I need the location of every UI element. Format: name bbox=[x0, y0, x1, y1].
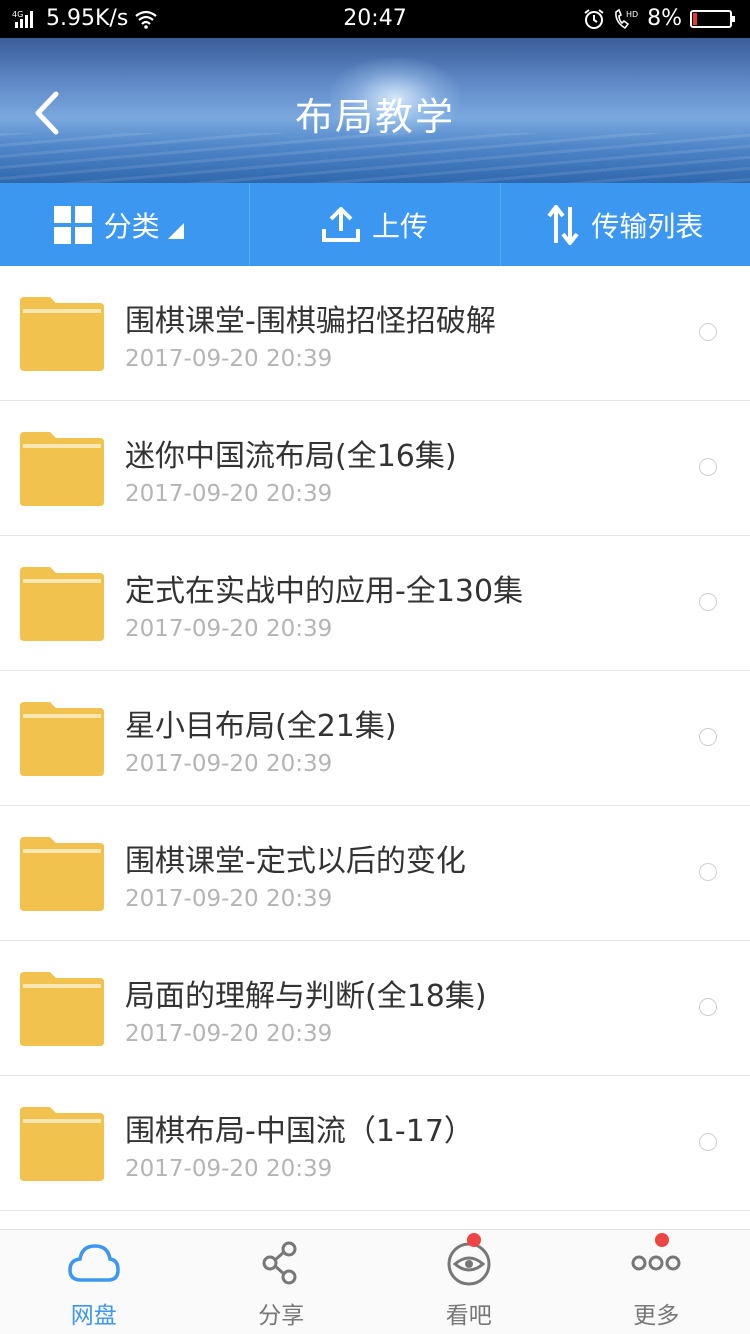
file-name: 围棋课堂-围棋骗招怪招破解 bbox=[125, 296, 496, 340]
folder-icon bbox=[20, 1107, 104, 1181]
list-item[interactable]: 定式在实战中的应用-全130集 2017-09-20 20:39 bbox=[0, 536, 750, 671]
folder-icon bbox=[20, 567, 104, 641]
status-bar: 4G 5.95K/s 20:47 HD 8% bbox=[0, 0, 750, 38]
tab-more[interactable]: 更多 bbox=[563, 1230, 750, 1334]
folder-icon bbox=[20, 837, 104, 911]
folder-icon bbox=[20, 972, 104, 1046]
category-button[interactable]: 分类 bbox=[0, 183, 250, 266]
select-radio[interactable] bbox=[699, 728, 717, 746]
tab-cloud-drive[interactable]: 网盘 bbox=[0, 1230, 188, 1334]
battery-icon bbox=[690, 9, 736, 29]
more-icon bbox=[629, 1240, 683, 1286]
list-item[interactable]: 局面的理解与判断(全18集) 2017-09-20 20:39 bbox=[0, 941, 750, 1076]
file-name: 定式在实战中的应用-全130集 bbox=[125, 566, 523, 610]
alarm-icon bbox=[583, 8, 605, 30]
hd-call-icon: HD bbox=[613, 8, 639, 30]
file-list: 围棋课堂-围棋骗招怪招破解 2017-09-20 20:39 迷你中国流布局(全… bbox=[0, 266, 750, 1229]
file-date: 2017-09-20 20:39 bbox=[125, 616, 332, 642]
transfer-list-button[interactable]: 传输列表 bbox=[501, 183, 750, 266]
cloud-icon bbox=[67, 1240, 121, 1286]
tab-label: 分享 bbox=[188, 1296, 376, 1330]
notification-badge bbox=[467, 1233, 481, 1247]
eye-icon bbox=[445, 1240, 493, 1288]
upload-label: 上传 bbox=[372, 205, 428, 245]
file-date: 2017-09-20 20:39 bbox=[125, 886, 332, 912]
tab-label: 更多 bbox=[563, 1296, 750, 1330]
battery-percent: 8% bbox=[647, 6, 682, 31]
transfer-icon bbox=[547, 205, 579, 245]
tab-label: 网盘 bbox=[0, 1296, 188, 1330]
folder-icon bbox=[20, 297, 104, 371]
caret-down-icon bbox=[168, 223, 184, 239]
file-date: 2017-09-20 20:39 bbox=[125, 1156, 332, 1182]
folder-icon bbox=[20, 432, 104, 506]
bottom-tab-bar: 网盘 分享 看吧 更多 bbox=[0, 1229, 750, 1334]
file-date: 2017-09-20 20:39 bbox=[125, 481, 332, 507]
transfer-list-label: 传输列表 bbox=[591, 205, 703, 245]
file-date: 2017-09-20 20:39 bbox=[125, 1021, 332, 1047]
share-icon bbox=[259, 1240, 303, 1286]
file-date: 2017-09-20 20:39 bbox=[125, 346, 332, 372]
file-name: 迷你中国流布局(全16集) bbox=[125, 431, 457, 475]
toolbar: 分类 上传 传输列表 bbox=[0, 183, 750, 266]
select-radio[interactable] bbox=[699, 323, 717, 341]
folder-icon bbox=[20, 702, 104, 776]
page-title: 布局教学 bbox=[0, 86, 750, 141]
tab-share[interactable]: 分享 bbox=[188, 1230, 376, 1334]
category-label: 分类 bbox=[104, 205, 160, 245]
select-radio[interactable] bbox=[699, 998, 717, 1016]
upload-icon bbox=[322, 207, 360, 243]
file-date: 2017-09-20 20:39 bbox=[125, 751, 332, 777]
select-radio[interactable] bbox=[699, 863, 717, 881]
select-radio[interactable] bbox=[699, 593, 717, 611]
list-item[interactable]: 围棋课堂-围棋骗招怪招破解 2017-09-20 20:39 bbox=[0, 266, 750, 401]
tab-label: 看吧 bbox=[375, 1296, 563, 1330]
list-item[interactable]: 迷你中国流布局(全16集) 2017-09-20 20:39 bbox=[0, 401, 750, 536]
list-item[interactable]: 围棋布局-中国流（1-17） 2017-09-20 20:39 bbox=[0, 1076, 750, 1211]
file-name: 局面的理解与判断(全18集) bbox=[125, 971, 487, 1015]
select-radio[interactable] bbox=[699, 1133, 717, 1151]
grid-icon bbox=[54, 206, 92, 244]
list-item[interactable]: 星小目布局(全21集) 2017-09-20 20:39 bbox=[0, 671, 750, 806]
select-radio[interactable] bbox=[699, 458, 717, 476]
file-name: 围棋课堂-定式以后的变化 bbox=[125, 836, 466, 880]
list-item[interactable]: 围棋课堂-定式以后的变化 2017-09-20 20:39 bbox=[0, 806, 750, 941]
notification-badge bbox=[655, 1233, 669, 1247]
file-name: 围棋布局-中国流（1-17） bbox=[125, 1106, 474, 1150]
tab-watch[interactable]: 看吧 bbox=[375, 1230, 563, 1334]
header: 布局教学 bbox=[0, 38, 750, 183]
file-name: 星小目布局(全21集) bbox=[125, 701, 397, 745]
svg-text:HD: HD bbox=[626, 10, 638, 19]
upload-button[interactable]: 上传 bbox=[250, 183, 500, 266]
